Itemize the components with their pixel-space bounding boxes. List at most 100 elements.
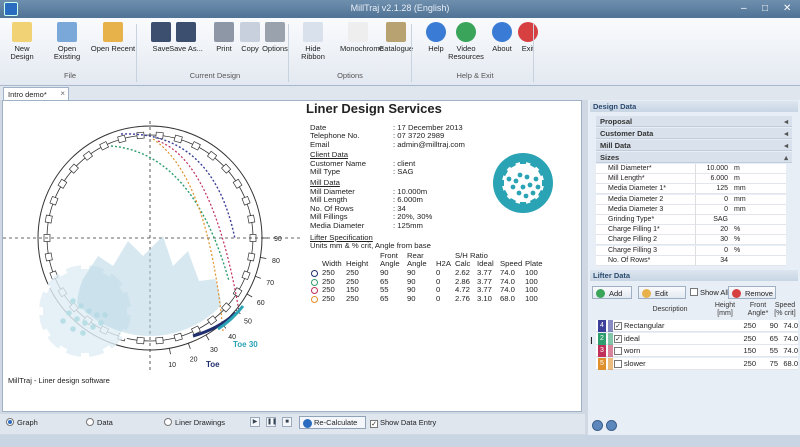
spec-col-head: H2A [436, 259, 451, 269]
lifter-bar [206, 315, 218, 326]
new-design-button[interactable]: New Design [4, 22, 40, 61]
ribbon-separator [288, 24, 289, 82]
exit-button[interactable]: Exit [510, 22, 546, 53]
show-data-entry-label: Show Data Entry [380, 418, 437, 427]
radio-label: Data [97, 418, 113, 427]
property-row[interactable]: Charge Filling 2 30% [596, 235, 786, 246]
add-lifter-button[interactable]: Add [592, 286, 632, 299]
lifter-row[interactable]: 3 worn 150 55 74.0 [596, 345, 798, 357]
property-value[interactable]: 34 [696, 256, 730, 266]
recalculate-button[interactable]: Re-Calculate [299, 416, 366, 429]
row-checkbox[interactable]: ✓ [614, 334, 622, 343]
button-label: Exit [521, 44, 535, 53]
play-button[interactable]: ▶ [250, 417, 260, 427]
exit-icon [518, 22, 538, 42]
mill-graph: 908070605040302010 Toe 30 Toe MillTraj -… [3, 121, 553, 385]
document-tab-bar [0, 86, 800, 100]
tab-intro-demo[interactable]: Intro demo* × [3, 87, 69, 100]
lifter-row[interactable]: 2 ✓ ideal 250 65 74.0 [596, 332, 798, 345]
property-row[interactable]: Mill Length* 6.000 m [596, 174, 786, 185]
property-row[interactable]: Media Diameter 1* 125 mm [596, 184, 786, 195]
minimize-button[interactable]: – [741, 3, 747, 14]
color-swatch [608, 320, 613, 332]
angle-label: 30 [210, 347, 218, 354]
spec-cell: 250 [346, 293, 359, 303]
property-row[interactable]: Charge Filling 3 0% [596, 245, 786, 256]
lifter-bar [241, 195, 251, 206]
section-sizes[interactable]: Sizes ▴ [596, 152, 792, 163]
col-front-angle: Front Angle* [747, 302, 769, 317]
row-checkbox[interactable]: ✓ [614, 322, 622, 330]
stop-button[interactable]: ■ [282, 417, 292, 427]
property-value[interactable]: SAG [696, 215, 730, 225]
lifter-description: Rectangular [624, 321, 665, 330]
property-value[interactable]: 20 [696, 225, 730, 235]
series-marker [311, 278, 318, 286]
move-down-button[interactable] [606, 420, 617, 431]
catalogue-button[interactable]: Catalogue [378, 22, 414, 53]
radio-dot [164, 418, 172, 426]
hide-ribbon-button[interactable]: Hide Ribbon [295, 22, 331, 61]
section-label: Sizes [600, 153, 620, 162]
group-help-exit: Help & Exit [456, 71, 494, 80]
remove-lifter-button[interactable]: Remove [728, 286, 776, 299]
lifter-speed: 74.0 [783, 321, 798, 330]
property-value[interactable]: 0 [696, 205, 730, 215]
show-data-entry-checkbox[interactable]: ✓ Show Data Entry [370, 418, 436, 428]
pause-button[interactable]: ❚❚ [266, 417, 277, 427]
open-existing-icon [57, 22, 77, 42]
graph-canvas[interactable]: 90 80 70 60 50 40 30 20 10 Toe 30 Toe MillTraj -… [2, 100, 582, 412]
save-as-button[interactable]: Save As... [168, 22, 204, 53]
radio-graph[interactable]: Graph [6, 418, 38, 427]
lifter-data-header: Lifter Data [590, 270, 798, 281]
open-recent-button[interactable]: Open Recent [90, 22, 136, 53]
row-checkbox[interactable] [614, 347, 622, 355]
radio-liner-drawings[interactable]: Liner Drawings [164, 418, 225, 427]
help-icon [426, 22, 446, 42]
property-value[interactable]: 10.000 [696, 164, 730, 174]
property-value[interactable]: 125 [696, 184, 730, 194]
edit-lifter-button[interactable]: Edit [638, 286, 686, 299]
property-row[interactable]: Grinding Type* SAG [596, 215, 786, 225]
property-value[interactable]: 0 [696, 195, 730, 205]
section-proposal[interactable]: Proposal ◂ [596, 116, 792, 127]
move-up-button[interactable] [592, 420, 603, 431]
lifter-row[interactable]: 5 slower 250 75 68.0 [596, 357, 798, 370]
section-customer-data[interactable]: Customer Data ◂ [596, 128, 792, 139]
property-value[interactable]: 0 [696, 246, 730, 256]
lifter-row[interactable]: 4 ✓ Rectangular 250 90 74.0 [596, 320, 798, 332]
property-row[interactable]: Charge Filling 1* 20% [596, 225, 786, 236]
group-options: Options [337, 71, 363, 80]
open-existing-button[interactable]: Open Existing [44, 22, 90, 61]
property-value[interactable]: 30 [696, 235, 730, 245]
video-resources-button[interactable]: Video Resources [448, 22, 484, 61]
charge-fill [77, 236, 221, 336]
property-row[interactable]: No. Of Rows* 34 [596, 255, 786, 266]
checkbox-icon: ✓ [370, 420, 378, 428]
spec-cell: 3.10 [477, 293, 492, 303]
toe-label: Toe [206, 360, 220, 369]
spec-col-head: Rear Angle [407, 251, 427, 269]
row-checkbox[interactable] [614, 359, 622, 368]
property-value[interactable]: 6.000 [696, 174, 730, 184]
property-row[interactable]: Media Diameter 2 0 mm [596, 194, 786, 205]
client-labels: Customer Name Mill Type [310, 159, 366, 177]
row-number: 5 [598, 357, 606, 370]
section-mill-data[interactable]: Mill Data ◂ [596, 140, 792, 151]
monochrome-button[interactable]: Monochrome [340, 22, 384, 53]
property-row[interactable]: Mill Diameter* 10.000 m [596, 164, 786, 174]
lifter-angle: 65 [769, 333, 778, 343]
close-button[interactable]: ✕ [783, 3, 791, 14]
design-data-header: Design Data [590, 101, 798, 112]
property-row[interactable]: Media Diameter 3 0 mm [596, 204, 786, 215]
client-values: : client : SAG [393, 159, 416, 177]
hide-ribbon-icon [303, 22, 323, 42]
close-icon[interactable]: × [60, 89, 65, 98]
lifter-speed: 74.0 [783, 346, 798, 355]
lifter-bar [173, 332, 183, 342]
maximize-button[interactable]: □ [762, 3, 768, 14]
lifter-description: slower [624, 358, 646, 368]
show-all-checkbox[interactable]: Show All [690, 288, 729, 297]
radio-data[interactable]: Data [86, 418, 113, 427]
lifter-bar [49, 195, 59, 206]
